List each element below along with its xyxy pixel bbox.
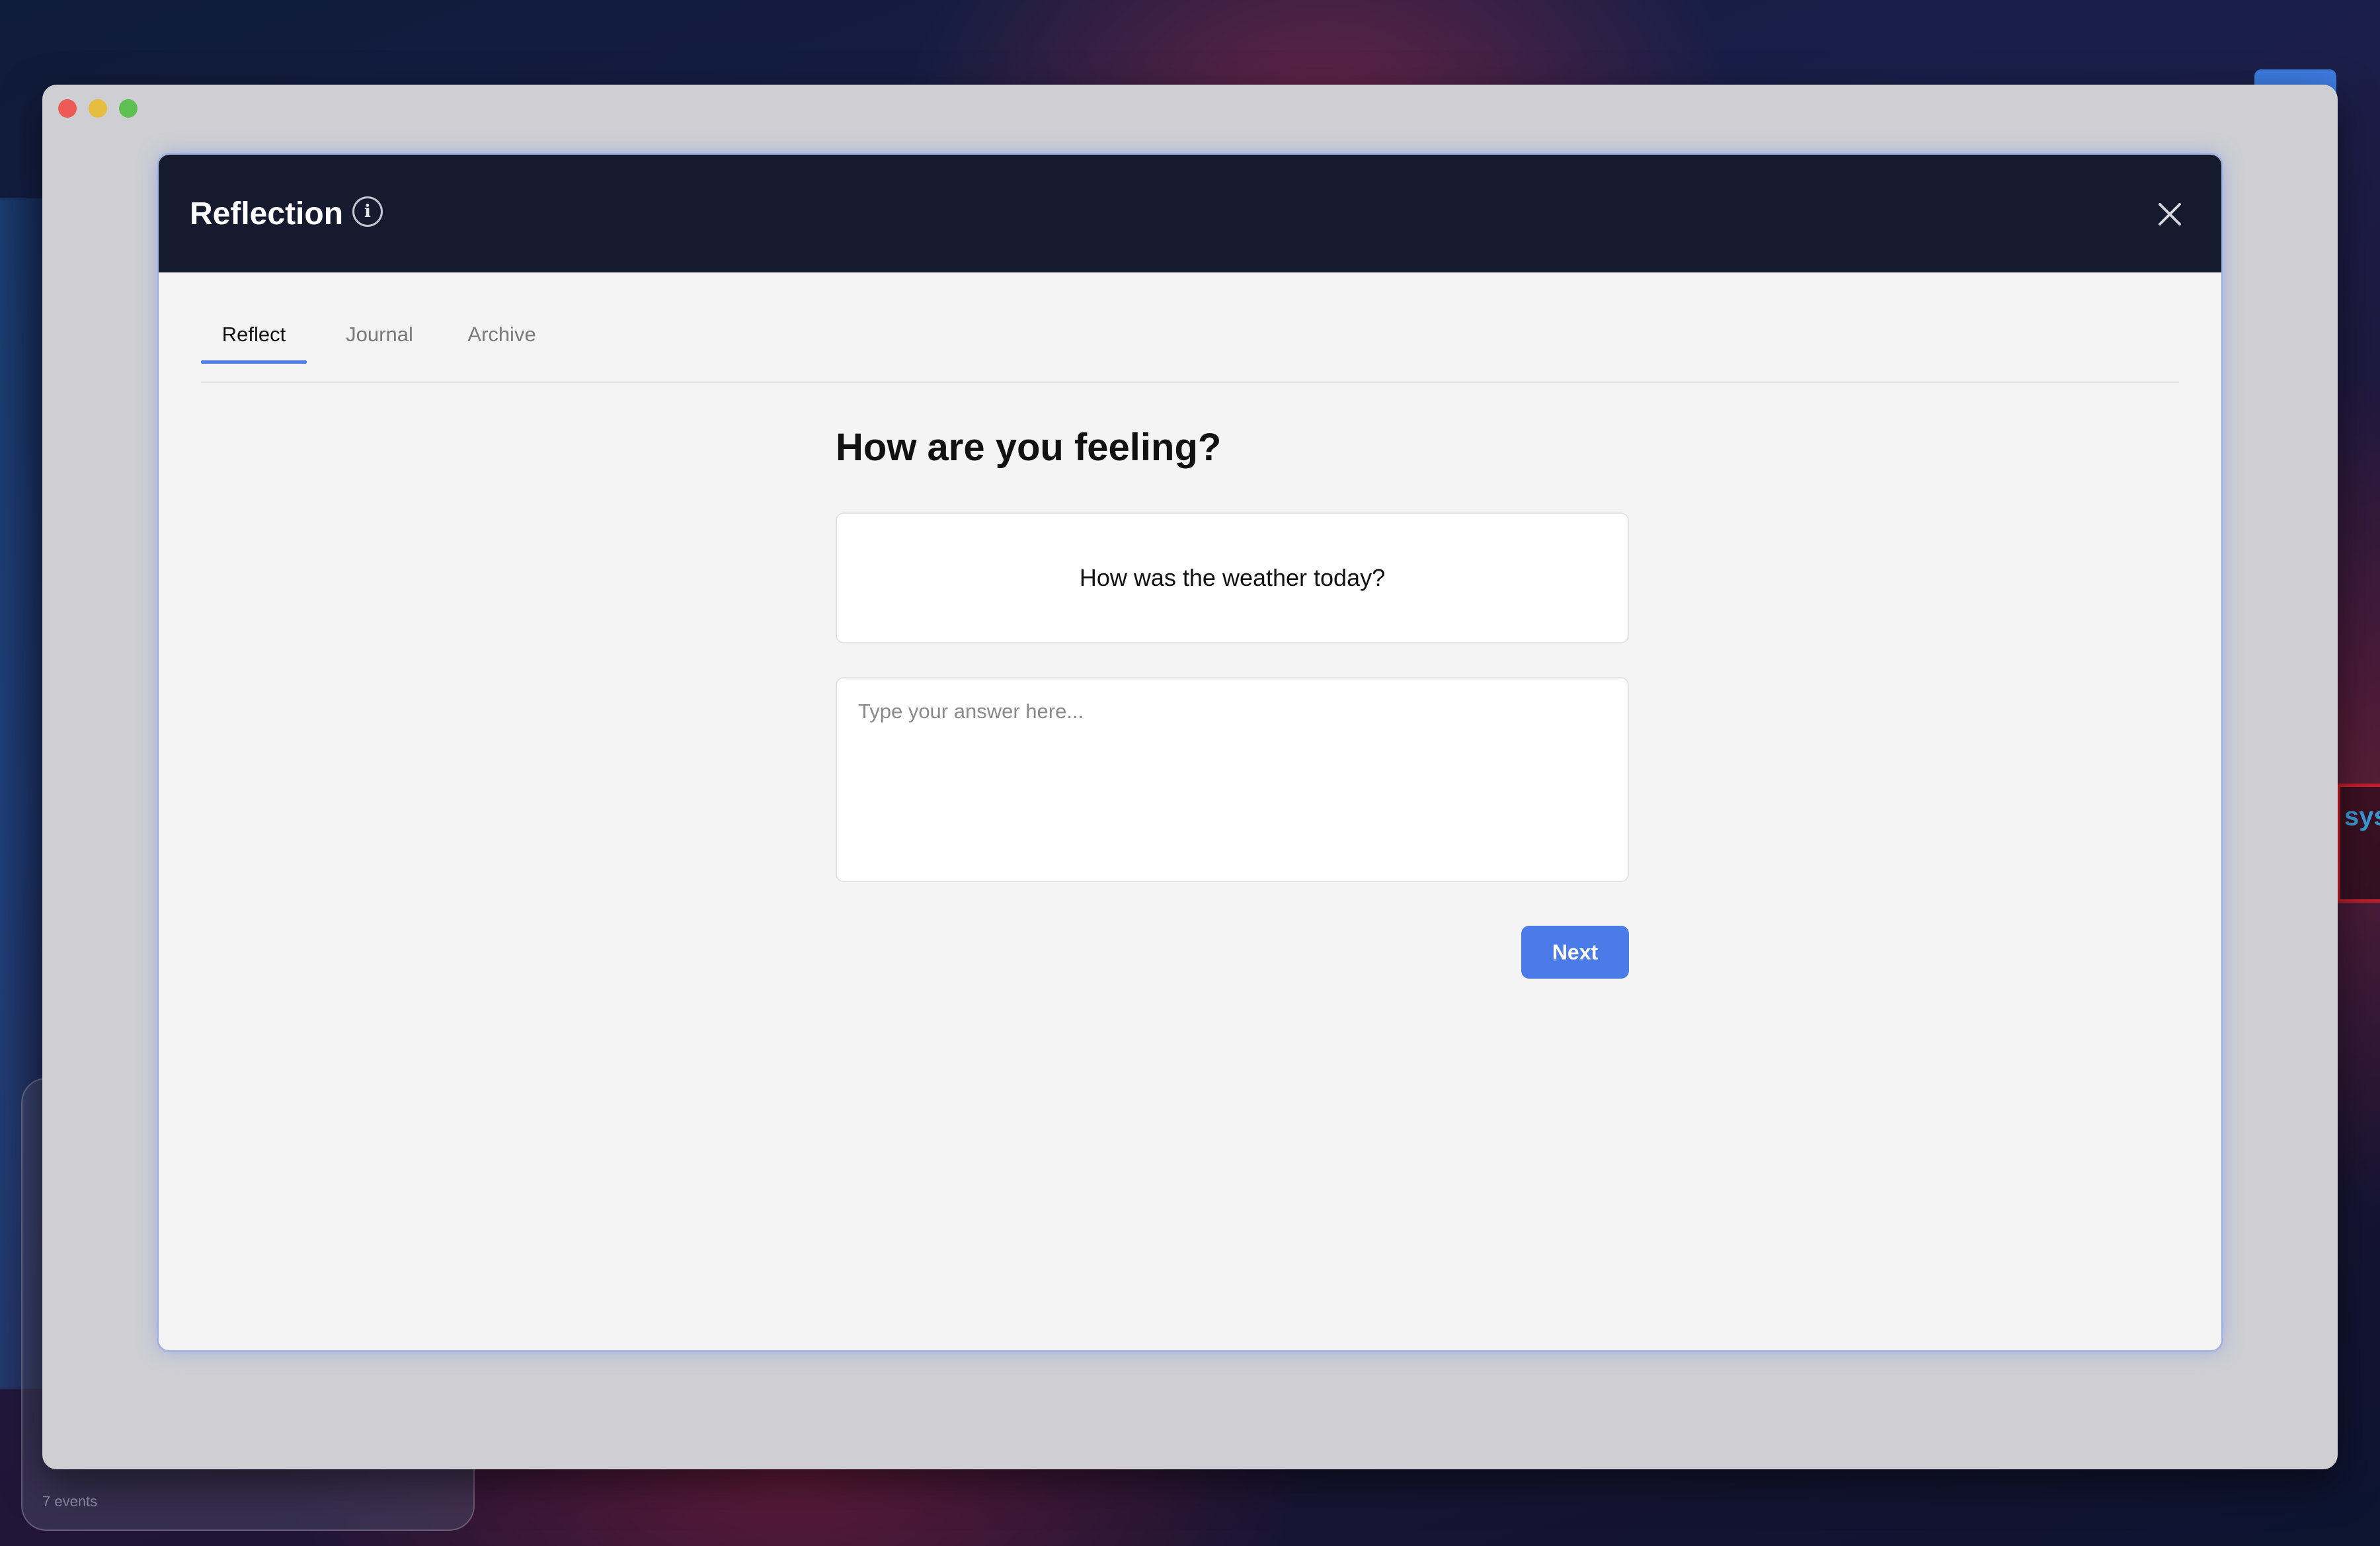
tab-journal[interactable]: Journal <box>333 316 426 364</box>
desktop-wallpaper-sign: sys <box>2337 784 2380 903</box>
next-button[interactable]: Next <box>1521 926 1629 979</box>
tab-bar: Reflect Journal Archive <box>201 272 2179 383</box>
tab-archive[interactable]: Archive <box>452 316 551 364</box>
modal-title: Reflection <box>190 196 344 231</box>
window-close-button[interactable] <box>58 99 77 118</box>
tab-reflect[interactable]: Reflect <box>201 316 307 364</box>
window-zoom-button[interactable] <box>119 99 138 118</box>
page-title: How are you feeling? <box>836 426 1222 469</box>
info-icon[interactable]: i <box>352 196 383 227</box>
modal-header: Reflection i <box>159 155 2221 272</box>
reflection-modal: Reflection i Reflect Journal Archive How… <box>159 155 2221 1350</box>
app-window: Reflection i Reflect Journal Archive How… <box>42 85 2338 1469</box>
close-icon[interactable] <box>2150 194 2190 234</box>
desktop-widget-events-count: 7 events <box>42 1493 98 1510</box>
window-minimize-button[interactable] <box>89 99 107 118</box>
answer-input[interactable] <box>836 677 1629 882</box>
prompt-card: How was the weather today? <box>836 512 1629 643</box>
